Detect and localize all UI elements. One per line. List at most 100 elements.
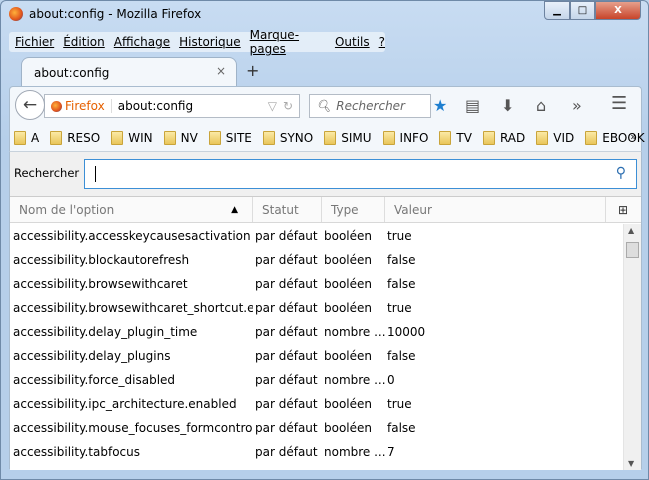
search-placeholder: Rechercher <box>336 99 405 113</box>
folder-icon <box>382 130 395 145</box>
tab-about-config[interactable]: about:config × <box>21 57 237 87</box>
text-caret <box>95 166 96 182</box>
option-status: par défaut <box>255 229 318 243</box>
bookmark-label: EBOOK <box>602 130 645 145</box>
vertical-scrollbar[interactable]: ▲ ▼ <box>623 224 641 470</box>
bookmarks-overflow-button[interactable]: » <box>630 130 637 143</box>
home-icon[interactable]: ⌂ <box>536 96 546 115</box>
option-type: nombre ... <box>324 373 386 387</box>
option-status: par défaut <box>255 277 318 291</box>
table-row[interactable]: accessibility.delay_plugins par défaut boo… <box>10 344 623 368</box>
table-row[interactable]: accessibility.ipc_architecture.enabled pa… <box>10 392 623 416</box>
tab-close-icon[interactable]: × <box>216 64 226 78</box>
search-icon: 🔍︎ <box>316 99 332 113</box>
column-header-value[interactable]: Valeur <box>385 197 606 222</box>
scroll-up-arrow-icon[interactable]: ▲ <box>628 226 634 235</box>
search-bar[interactable]: 🔍︎ Rechercher <box>309 94 431 118</box>
identity-label: Firefox <box>65 99 105 113</box>
search-magnifier-icon: ⚲ <box>615 165 626 181</box>
option-status: par défaut <box>255 349 318 363</box>
bookmark-folder[interactable]: TV <box>439 130 472 145</box>
url-text[interactable]: about:config <box>112 99 268 113</box>
option-value: false <box>387 277 416 291</box>
option-value: false <box>387 253 416 267</box>
option-value: true <box>387 229 412 243</box>
bookmark-folder[interactable]: WIN <box>111 130 153 145</box>
option-name: accessibility.delay_plugin_time <box>13 325 198 339</box>
menu-help[interactable]: ? <box>379 35 385 49</box>
bookmark-folder[interactable]: SITE <box>208 130 252 145</box>
folder-icon <box>163 130 176 145</box>
table-row[interactable]: accessibility.accesskeycausesactivation p… <box>10 224 623 248</box>
menu-marque-pages[interactable]: Marque-pages <box>250 28 326 56</box>
column-header-type[interactable]: Type <box>322 197 385 222</box>
bookmarks-list-icon[interactable]: ▤ <box>465 96 480 115</box>
close-window-button[interactable]: X <box>595 1 641 20</box>
folder-icon <box>111 130 124 145</box>
identity-box[interactable]: Firefox <box>45 99 112 113</box>
menu-historique[interactable]: Historique <box>179 35 241 49</box>
bookmark-label: SYNO <box>279 130 314 145</box>
column-header-name[interactable]: Nom de l'option ▲ <box>10 197 253 222</box>
bookmark-folder[interactable]: RESO <box>50 130 100 145</box>
column-header-status[interactable]: Statut <box>253 197 322 222</box>
hamburger-menu-icon[interactable]: ☰ <box>611 93 627 114</box>
url-bar[interactable]: Firefox about:config ▽ ↻ <box>44 94 300 118</box>
table-row[interactable]: accessibility.browsewithcaret par défaut b… <box>10 272 623 296</box>
option-status: par défaut <box>255 301 318 315</box>
option-value: true <box>387 301 412 315</box>
table-row[interactable]: accessibility.force_disabled par défaut no… <box>10 368 623 392</box>
option-status: par défaut <box>255 253 318 267</box>
option-value: false <box>387 349 416 363</box>
column-label: Statut <box>262 202 299 217</box>
tab-label: about:config <box>34 65 110 80</box>
folder-icon <box>14 130 26 145</box>
menu-edition[interactable]: Édition <box>63 35 105 49</box>
option-value: 10000 <box>387 325 426 339</box>
column-picker-icon[interactable]: ⊞ <box>606 203 628 217</box>
bookmark-star-icon[interactable]: ★ <box>433 96 447 115</box>
bookmarks-toolbar: A RESO WIN NV SITE SYNO SIMU INFO TV RAD… <box>9 124 645 151</box>
bookmark-folder[interactable]: VID <box>536 130 574 145</box>
title-bar: about:config - Mozilla Firefox <box>9 7 201 21</box>
back-button[interactable]: ← <box>15 90 45 120</box>
bookmark-folder[interactable]: SYNO <box>262 130 314 145</box>
overflow-chevron-icon[interactable]: » <box>572 96 582 115</box>
bookmark-label: WIN <box>128 130 153 145</box>
minimize-button[interactable]: ▁ <box>544 1 570 20</box>
reload-icon[interactable]: ↻ <box>283 99 293 113</box>
dropdown-arrow-icon[interactable]: ▽ <box>268 99 277 113</box>
table-row[interactable]: accessibility.mouse_focuses_formcontrol p… <box>10 416 623 440</box>
option-name: accessibility.browsewithcaret <box>13 277 188 291</box>
table-row[interactable]: accessibility.delay_plugin_time par défau… <box>10 320 623 344</box>
downloads-icon[interactable]: ⬇ <box>501 96 514 115</box>
bookmark-folder[interactable]: RAD <box>482 130 525 145</box>
folder-icon <box>208 130 221 145</box>
menu-outils[interactable]: Outils <box>335 35 370 49</box>
menu-affichage[interactable]: Affichage <box>114 35 170 49</box>
bookmark-label: NV <box>180 130 198 145</box>
new-tab-button[interactable]: + <box>246 61 259 80</box>
bookmark-folder[interactable]: SIMU <box>324 130 372 145</box>
table-row[interactable]: accessibility.blockautorefresh par défaut… <box>10 248 623 272</box>
navigation-toolbar: Firefox about:config ▽ ↻ ← 🔍︎ Rechercher… <box>9 86 642 124</box>
folder-icon <box>324 130 337 145</box>
scroll-down-arrow-icon[interactable]: ▼ <box>628 459 634 468</box>
table-row[interactable]: accessibility.tabfocus par défaut nombre .… <box>10 440 623 464</box>
menu-fichier[interactable]: Fichier <box>15 35 54 49</box>
option-type: booléen <box>324 349 373 363</box>
option-type: booléen <box>324 397 373 411</box>
bookmark-folder[interactable]: A <box>14 130 40 145</box>
bookmark-label: SITE <box>225 130 252 145</box>
option-type: booléen <box>324 253 373 267</box>
column-label: Nom de l'option <box>19 202 115 217</box>
config-search-input[interactable]: ⚲ <box>84 159 637 189</box>
scrollbar-thumb[interactable] <box>626 242 639 258</box>
maximize-button[interactable]: □ <box>570 1 595 20</box>
bookmark-folder[interactable]: INFO <box>382 130 429 145</box>
bookmark-label: A <box>31 130 40 145</box>
table-row[interactable]: accessibility.browsewithcaret_shortcut.e… <box>10 296 623 320</box>
bookmark-folder[interactable]: NV <box>163 130 198 145</box>
option-value: false <box>387 421 416 435</box>
bookmark-label: INFO <box>399 130 429 145</box>
